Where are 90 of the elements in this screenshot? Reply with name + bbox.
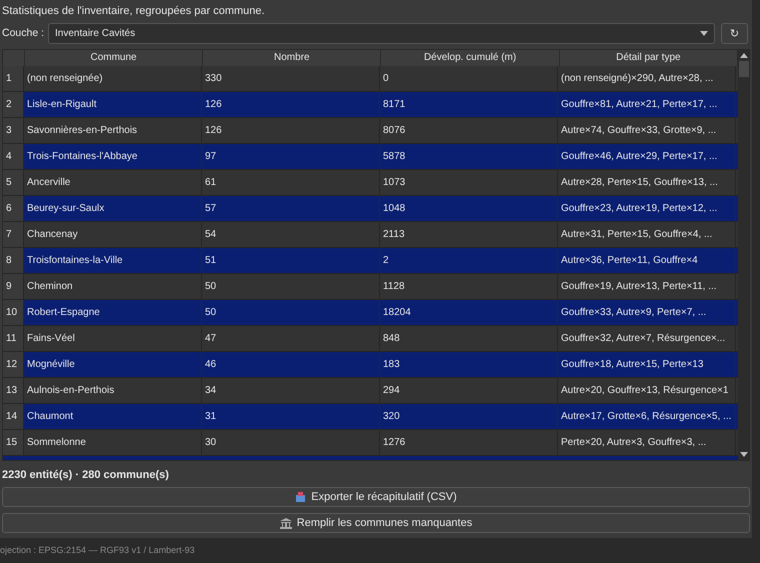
table-cell: Autre×36, Perte×11, Gouffre×4 <box>558 248 736 273</box>
table-cell: Gouffre×23, Autre×19, Perte×12, ... <box>558 196 736 221</box>
status-bar-text: ojection : EPSG:2154 — RGF93 v1 / Lambert-93 <box>0 544 196 557</box>
scroll-thumb[interactable] <box>738 61 748 77</box>
table-cell: Chancenay <box>24 222 202 247</box>
table-cell: (non renseigné)×290, Autre×28, ... <box>558 66 736 91</box>
building-icon <box>280 518 292 528</box>
fill-button[interactable]: Remplir les communes manquantes <box>2 513 750 533</box>
table-cell: Robert-Espagne <box>24 300 202 325</box>
box-icon <box>295 492 306 502</box>
table-cell: 126 <box>202 92 380 117</box>
table-cell: 0 <box>380 66 558 91</box>
table-cell: 34 <box>202 378 380 403</box>
row-number: 8 <box>3 248 24 273</box>
table-cell: Trois-Fontaines-l'Abbaye <box>24 144 202 169</box>
table-cell: Autre×28, Perte×15, Gouffre×13, ... <box>558 170 736 195</box>
scrollbar[interactable] <box>738 50 749 460</box>
table-cell: Sommelonne <box>24 430 202 455</box>
table-cell: Cheminon <box>24 274 202 299</box>
table-cell: 50 <box>202 300 380 325</box>
table-cell: Aulnois-en-Perthois <box>24 378 202 403</box>
layer-dropdown[interactable]: Inventaire Cavités <box>48 22 715 44</box>
table-cell: Gouffre×32, Autre×7, Résurgence×... <box>558 326 736 351</box>
table-cell: 5878 <box>380 144 558 169</box>
row-number: 2 <box>3 92 24 117</box>
table-cell: 1276 <box>380 430 558 455</box>
table-cell: 31 <box>202 404 380 429</box>
row-number: 7 <box>3 222 24 247</box>
table-cell: 126 <box>202 118 380 143</box>
table-cell: 848 <box>380 326 558 351</box>
table-cell: Gouffre×81, Autre×21, Perte×17, ... <box>558 92 736 117</box>
row-number: 6 <box>3 196 24 221</box>
table-cell: Autre×31, Perte×15, Gouffre×4, ... <box>558 222 736 247</box>
description-text: Statistiques de l'inventaire, regroupées par commune. <box>2 4 266 19</box>
table-cell: 8076 <box>380 118 558 143</box>
table-cell: 1048 <box>380 196 558 221</box>
table-cell: 183 <box>380 352 558 377</box>
table-cell: Gouffre×33, Autre×9, Perte×7, ... <box>558 300 736 325</box>
row-number: 3 <box>3 118 24 143</box>
row-number: 5 <box>3 170 24 195</box>
table-cell: 51 <box>202 248 380 273</box>
table-cell: (non renseignée) <box>24 66 202 91</box>
scroll-down-icon[interactable] <box>740 452 748 457</box>
table-cell: 47 <box>202 326 380 351</box>
table-cell: Gouffre×46, Autre×29, Perte×17, ... <box>558 144 736 169</box>
table-cell: 30 <box>202 430 380 455</box>
table-cell: Beurey-sur-Saulx <box>24 196 202 221</box>
table-cell: 330 <box>202 66 380 91</box>
table-cell: 2 <box>380 248 558 273</box>
row-number: 15 <box>3 430 24 455</box>
table-cell: 50 <box>202 274 380 299</box>
table-cell: Chaumont <box>24 404 202 429</box>
export-button[interactable]: Exporter le récapitulatif (CSV) <box>2 487 750 507</box>
table-cell: Fains-Véel <box>24 326 202 351</box>
table-cell: Autre×74, Gouffre×33, Grotte×9, ... <box>558 118 736 143</box>
table-cell: 1128 <box>380 274 558 299</box>
layer-label: Couche : <box>2 27 44 39</box>
table-cell: 320 <box>380 404 558 429</box>
summary-text: 2230 entité(s) · 280 commune(s) <box>2 468 170 483</box>
row-number: 12 <box>3 352 24 377</box>
table-cell: 46 <box>202 352 380 377</box>
row-number: 9 <box>3 274 24 299</box>
table-cell: 2113 <box>380 222 558 247</box>
row-number: 1 <box>3 66 24 91</box>
table-cell: Autre×17, Grotte×6, Résurgence×5, ... <box>558 404 736 429</box>
table-cell: 1073 <box>380 170 558 195</box>
table-cell: Troisfontaines-la-Ville <box>24 248 202 273</box>
row-number: 14 <box>3 404 24 429</box>
table-cell: 18204 <box>380 300 558 325</box>
table-cell: Lisle-en-Rigault <box>24 92 202 117</box>
table-cell: 97 <box>202 144 380 169</box>
row-number: 10 <box>3 300 24 325</box>
row-number: 4 <box>3 144 24 169</box>
table-cell: Perte×20, Autre×3, Gouffre×3, ... <box>558 430 736 455</box>
row-number: 11 <box>3 326 24 351</box>
table-cell: Savonnières-en-Perthois <box>24 118 202 143</box>
refresh-button[interactable]: ↻ <box>721 22 748 44</box>
table-cell: 8171 <box>380 92 558 117</box>
table-cell: 54 <box>202 222 380 247</box>
table-cell: Mognéville <box>24 352 202 377</box>
table-cell: Gouffre×18, Autre×15, Perte×13 <box>558 352 736 377</box>
caret-icon <box>700 30 708 36</box>
table-cell: Ancerville <box>24 170 202 195</box>
table-cell: Autre×20, Gouffre×13, Résurgence×1 <box>558 378 736 403</box>
table-cell: 57 <box>202 196 380 221</box>
table-cell: Gouffre×19, Autre×13, Perte×11, ... <box>558 274 736 299</box>
table-cell: 61 <box>202 170 380 195</box>
row-number: 13 <box>3 378 24 403</box>
scroll-up-icon[interactable] <box>740 53 748 58</box>
table-cell: 294 <box>380 378 558 403</box>
